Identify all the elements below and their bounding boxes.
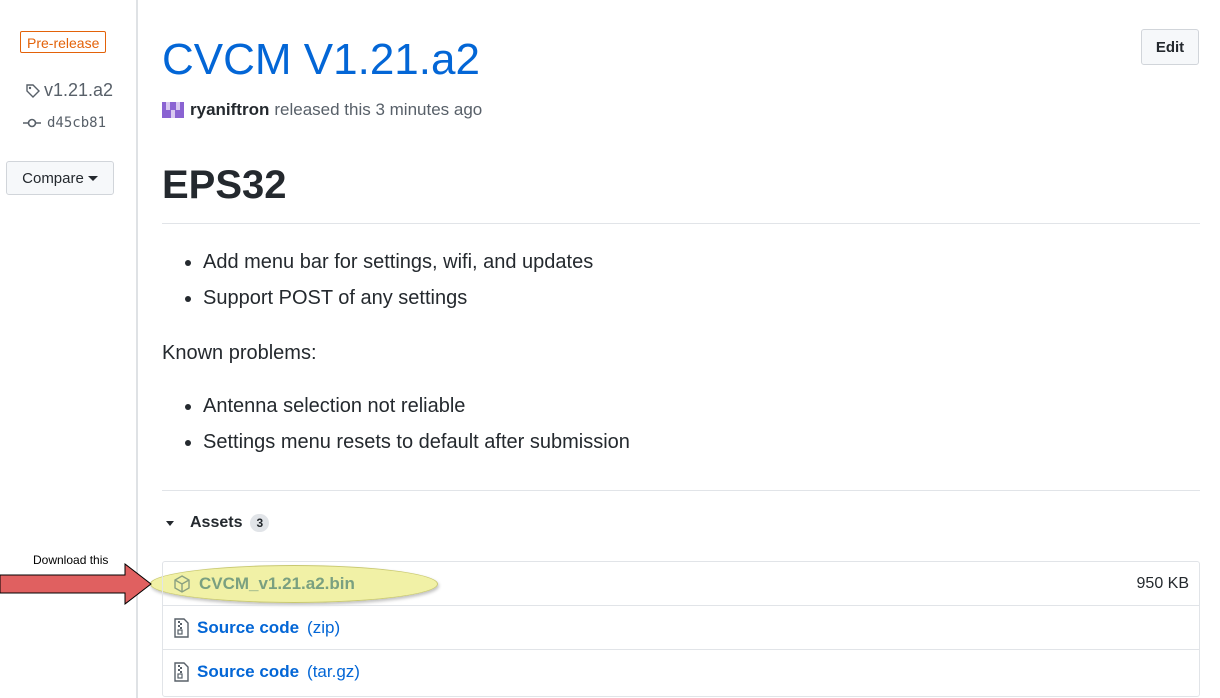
problems-list: Antenna selection not reliable Settings …: [162, 388, 630, 460]
asset-download-link[interactable]: Source code (zip): [173, 618, 340, 638]
triangle-down-icon: [166, 520, 174, 526]
list-item: Support POST of any settings: [203, 280, 593, 316]
author-link[interactable]: ryaniftron: [190, 100, 269, 120]
commit-icon: [23, 118, 41, 128]
release-body-heading: EPS32: [162, 163, 287, 207]
tag-icon: [26, 83, 40, 98]
release-byline: ryaniftron released this 3 minutes ago: [162, 100, 482, 120]
caret-down-icon: [87, 175, 98, 181]
list-item: Add menu bar for settings, wifi, and upd…: [203, 244, 593, 280]
edit-button[interactable]: Edit: [1141, 29, 1199, 65]
release-title[interactable]: CVCM V1.21.a2: [162, 34, 480, 86]
body-divider: [162, 490, 1200, 491]
prerelease-badge: Pre-release: [20, 31, 107, 53]
assets-label: Assets: [190, 514, 243, 531]
known-problems-label: Known problems:: [162, 342, 317, 364]
asset-row: Source code (zip): [163, 606, 1199, 650]
asset-download-link[interactable]: Source code (tar.gz): [173, 662, 360, 682]
file-zip-icon: [174, 662, 189, 682]
list-item: Antenna selection not reliable: [203, 388, 630, 424]
annotation-arrow-icon: [0, 562, 152, 606]
asset-format: (zip): [307, 617, 341, 637]
compare-label: Compare: [22, 169, 84, 187]
asset-download-link[interactable]: CVCM_v1.21.a2.bin: [173, 574, 355, 594]
asset-format: (tar.gz): [307, 662, 360, 681]
assets-count-badge: 3: [250, 514, 270, 532]
asset-row: CVCM_v1.21.a2.bin 950 KB: [163, 562, 1199, 606]
tag-name: v1.21.a2: [44, 80, 114, 100]
heading-divider: [162, 223, 1200, 224]
feature-list: Add menu bar for settings, wifi, and upd…: [162, 244, 593, 316]
compare-button[interactable]: Compare: [6, 161, 114, 195]
package-icon: [174, 574, 190, 593]
assets-toggle[interactable]: Assets 3: [166, 514, 270, 532]
asset-row: Source code (tar.gz): [163, 650, 1199, 694]
tag-link[interactable]: v1.21.a2: [25, 80, 113, 101]
byline-text: released this 3 minutes ago: [274, 100, 483, 119]
commit-link[interactable]: d45cb81: [23, 115, 106, 131]
asset-name: Source code: [197, 617, 300, 637]
assets-list: CVCM_v1.21.a2.bin 950 KB Source code (zi…: [162, 561, 1200, 697]
file-zip-icon: [174, 617, 189, 638]
list-item: Settings menu resets to default after su…: [203, 424, 630, 460]
avatar[interactable]: [162, 100, 184, 120]
commit-sha: d45cb81: [47, 115, 107, 131]
asset-name: Source code: [197, 662, 300, 681]
asset-size: 950 KB: [1136, 574, 1189, 592]
asset-name: CVCM_v1.21.a2.bin: [199, 573, 355, 593]
